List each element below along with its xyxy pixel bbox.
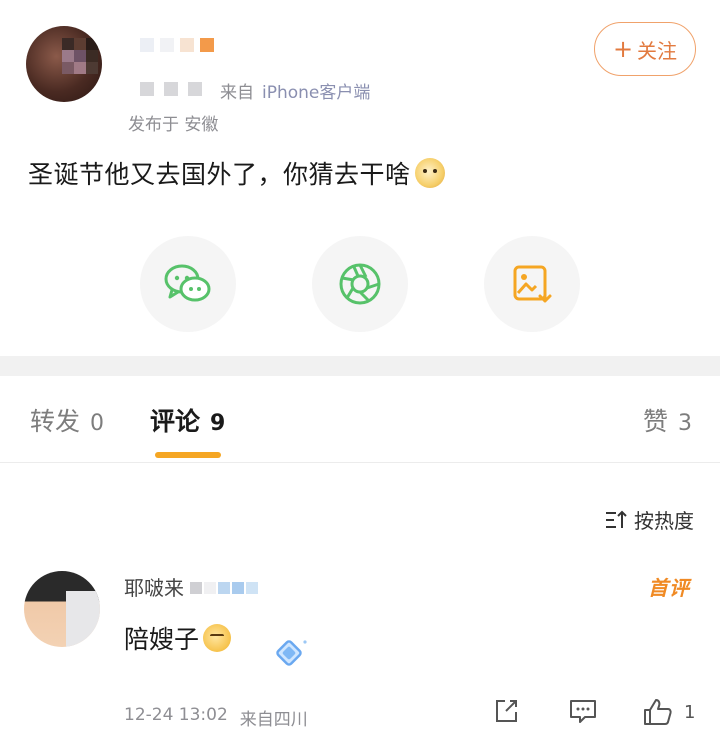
comment-like-count: 1 — [684, 701, 696, 723]
like-comment-button[interactable]: 1 — [642, 697, 695, 727]
smirk-emoji-icon — [203, 624, 232, 652]
first-comment-badge: 首评 — [648, 576, 690, 600]
plus-icon: + — [612, 35, 634, 63]
save-image-button[interactable] — [484, 236, 580, 332]
post-location: 发布于 安徽 — [128, 115, 219, 135]
tab-comment[interactable]: 评论 9 — [150, 402, 225, 438]
reply-comment-button[interactable] — [568, 697, 598, 725]
commenter-avatar[interactable] — [24, 571, 100, 647]
author-avatar[interactable] — [26, 26, 102, 102]
commenter-name-line: 耶啵来 — [124, 572, 260, 601]
doge-emoji-icon — [414, 158, 445, 188]
avatar-mosaic — [62, 38, 98, 74]
tab-repost-count: 0 — [90, 411, 105, 436]
post-meta: 来自 iPhone客户端 — [140, 78, 370, 103]
diamond-badge-icon — [276, 640, 307, 666]
wechat-icon — [164, 264, 211, 302]
commenter-name-blurred — [190, 575, 260, 599]
share-comment-button[interactable] — [492, 697, 520, 725]
comment-content: 陪嫂子 — [124, 620, 232, 656]
post-content: 圣诞节他又去国外了，你猜去干啥 — [28, 155, 445, 191]
tab-repost-label: 转发 — [30, 407, 81, 436]
tab-like-label: 赞 — [642, 407, 668, 436]
tab-comment-count: 9 — [210, 411, 226, 436]
section-divider — [0, 356, 720, 376]
comment-time: 12-24 13:02 — [124, 705, 228, 725]
post-source: iPhone客户端 — [262, 83, 371, 103]
share-wechat-button[interactable] — [140, 236, 236, 332]
follow-label: 关注 — [637, 38, 678, 63]
comment-text: 陪嫂子 — [124, 625, 200, 654]
post-text: 圣诞节他又去国外了，你猜去干啥 — [28, 160, 411, 189]
sort-label: 按热度 — [634, 509, 694, 533]
save-image-icon — [513, 265, 552, 303]
tab-like[interactable]: 赞 3 — [643, 402, 692, 438]
active-tab-indicator — [155, 452, 221, 458]
tab-bar-divider — [0, 462, 720, 463]
weibo-post-page: 来自 iPhone客户端 发布于 安徽 + 关注 圣诞节他又去国外了，你猜去干啥 — [0, 0, 720, 738]
share-moments-button[interactable] — [312, 236, 408, 332]
tab-repost[interactable]: 转发 0 — [30, 402, 104, 438]
follow-button[interactable]: + 关注 — [594, 22, 696, 76]
commenter-username[interactable]: 耶啵来 — [124, 572, 184, 601]
source-prefix: 来自 — [220, 83, 254, 103]
tab-comment-label: 评论 — [150, 407, 201, 436]
author-name-blurred[interactable] — [140, 38, 214, 52]
comment-icon — [570, 700, 596, 723]
comment-location: 来自四川 — [239, 710, 308, 730]
post-time-blurred — [140, 81, 212, 101]
comment-meta: 12-24 13:02 来自四川 — [124, 705, 308, 730]
moments-icon — [339, 263, 381, 305]
tab-like-count: 3 — [678, 411, 692, 436]
share-icon — [496, 700, 517, 722]
thumbs-up-icon — [644, 699, 672, 725]
sort-by-popularity-button[interactable]: 按热度 — [604, 505, 694, 534]
sort-icon — [606, 510, 627, 528]
